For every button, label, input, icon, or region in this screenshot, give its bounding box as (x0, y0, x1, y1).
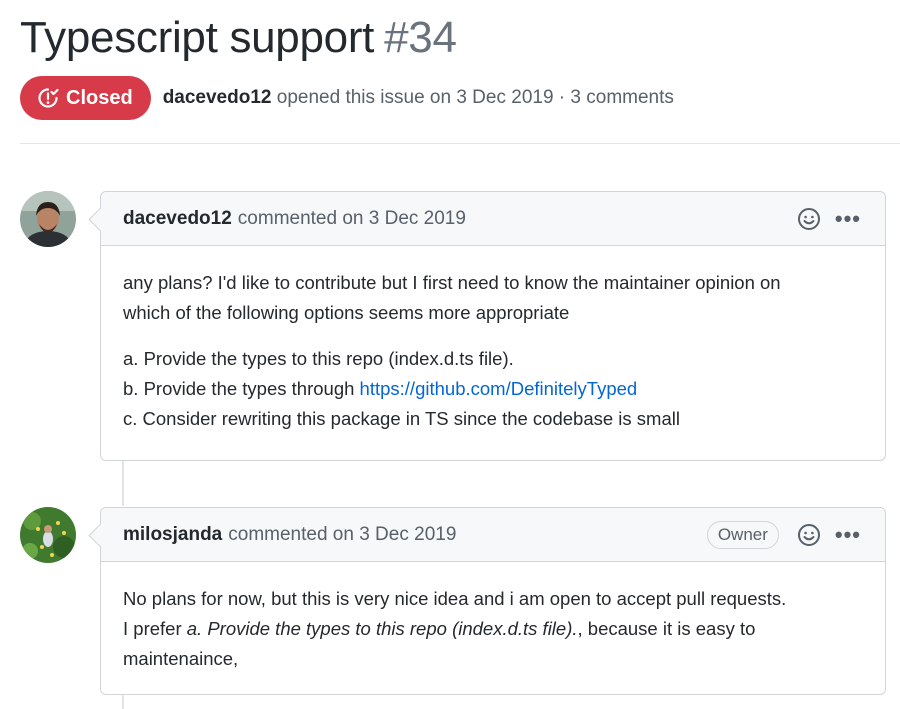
option-b-text: b. Provide the types through https://git… (123, 374, 863, 404)
issue-title-text: Typescript support (20, 13, 375, 62)
option-b-prefix: b. Provide the types through (123, 378, 360, 399)
comment-text-line: No plans for now, but this is very nice … (123, 588, 787, 609)
option-c-text: c. Consider rewriting this package in TS… (123, 408, 680, 429)
issue-opened-text: opened this issue on 3 Dec 2019 · 3 comm… (276, 87, 674, 108)
comment-text-prefix: I prefer (123, 618, 187, 639)
smiley-icon[interactable] (797, 207, 821, 231)
comment-body: No plans for now, but this is very nice … (101, 562, 885, 704)
comment-actions: ••• (797, 192, 861, 246)
state-label: Closed (66, 86, 133, 109)
comment-text-line: maintenaince, (123, 648, 239, 669)
avatar-photo (20, 507, 76, 563)
smiley-icon[interactable] (797, 523, 821, 547)
avatar-dacevedo12[interactable] (20, 191, 76, 247)
kebab-horizontal-icon[interactable]: ••• (835, 208, 861, 230)
avatar-photo (20, 191, 76, 247)
comment-header: milosjanda commented on 3 Dec 2019 Owner… (101, 508, 885, 562)
issue-title: Typescript support #34 (20, 12, 457, 64)
definitelytyped-link[interactable]: https://github.com/DefinitelyTyped (360, 378, 638, 399)
comment-text-line: I prefer a. Provide the types to this re… (123, 614, 863, 644)
comment-card: dacevedo12 commented on 3 Dec 2019 ••• a… (88, 191, 886, 464)
header-divider (20, 143, 900, 144)
comment-text-line: any plans? I'd like to contribute but I … (123, 272, 781, 293)
comment-paragraph: any plans? I'd like to contribute but I … (123, 268, 863, 328)
option-a-text: a. Provide the types to this repo (index… (123, 348, 514, 369)
issue-page: Typescript support #34 Closed dacevedo12 … (0, 0, 900, 709)
issue-number: #34 (384, 13, 457, 62)
issue-meta-text: dacevedo12 opened this issue on 3 Dec 20… (163, 87, 674, 109)
comment-timestamp[interactable]: commented on 3 Dec 2019 (238, 208, 466, 230)
timeline-line (122, 460, 124, 506)
state-badge: Closed (20, 76, 151, 120)
comment-author[interactable]: dacevedo12 (123, 208, 232, 230)
comment-header: dacevedo12 commented on 3 Dec 2019 ••• (101, 192, 885, 246)
comment-paragraph: a. Provide the types to this repo (index… (123, 344, 863, 434)
comment-timestamp[interactable]: commented on 3 Dec 2019 (228, 524, 456, 546)
kebab-horizontal-icon[interactable]: ••• (835, 524, 861, 546)
comment-quote-emphasis: a. Provide the types to this repo (index… (186, 618, 578, 639)
issue-author-link[interactable]: dacevedo12 (163, 87, 272, 108)
comment-actions: Owner ••• (706, 508, 861, 562)
issue-closed-icon (38, 88, 59, 108)
comment-text-suffix: , because it is easy to (577, 618, 756, 639)
issue-meta: Closed dacevedo12 opened this issue on 3… (20, 76, 674, 120)
avatar-milosjanda[interactable] (20, 507, 76, 563)
comment-text-line: which of the following options seems mor… (123, 302, 570, 323)
comment-card: milosjanda commented on 3 Dec 2019 Owner… (88, 507, 886, 695)
owner-badge: Owner (706, 521, 779, 549)
comment-body: any plans? I'd like to contribute but I … (101, 246, 885, 464)
comment-author[interactable]: milosjanda (123, 524, 222, 546)
comment-paragraph: No plans for now, but this is very nice … (123, 584, 863, 674)
